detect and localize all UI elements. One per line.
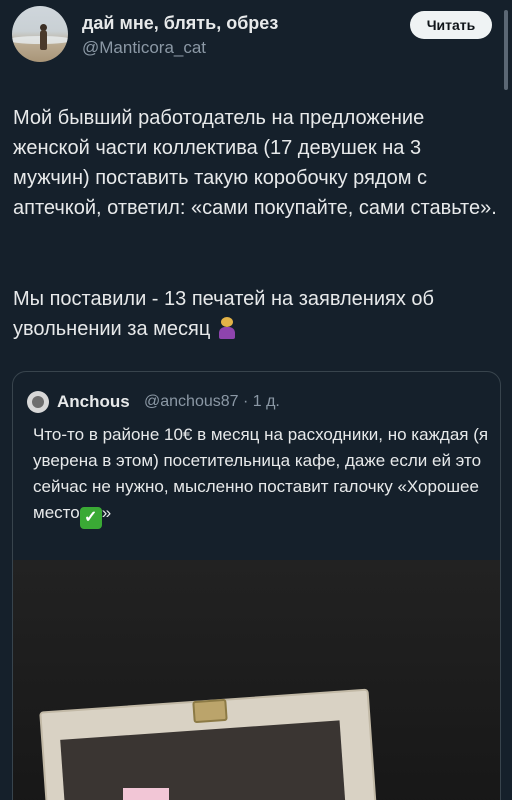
follow-button[interactable]: Читать [410,11,492,39]
quote-author-name: Anchous [57,392,130,411]
tweet-paragraph-2: Мы поставили - 13 печатей на заявлениях … [13,284,499,344]
quote-image[interactable] [13,560,500,800]
quote-author-avatar [27,391,49,413]
quote-text-end: » [101,503,112,522]
author-handle[interactable]: @Manticora_cat [82,38,206,58]
check-mark-icon: ✓ [79,507,102,529]
author-avatar[interactable] [12,6,68,62]
tweet-paragraph-1: Мой бывший работодатель на предложение ж… [13,107,497,219]
scrollbar[interactable] [504,10,508,90]
quoted-tweet-card[interactable]: Anchous @anchous87 · 1 д. Что-то в район… [12,371,501,800]
quote-text: Что-то в районе 10€ в месяц на расходник… [33,422,495,529]
quote-author-handle-time: @anchous87 · 1 д. [144,393,280,410]
author-display-name[interactable]: дай мне, блять, обрез [82,13,278,34]
image-box-latch [192,698,228,724]
woman-shrugging-icon [216,317,238,339]
image-box-item [123,788,169,800]
avatar-person [40,30,47,50]
